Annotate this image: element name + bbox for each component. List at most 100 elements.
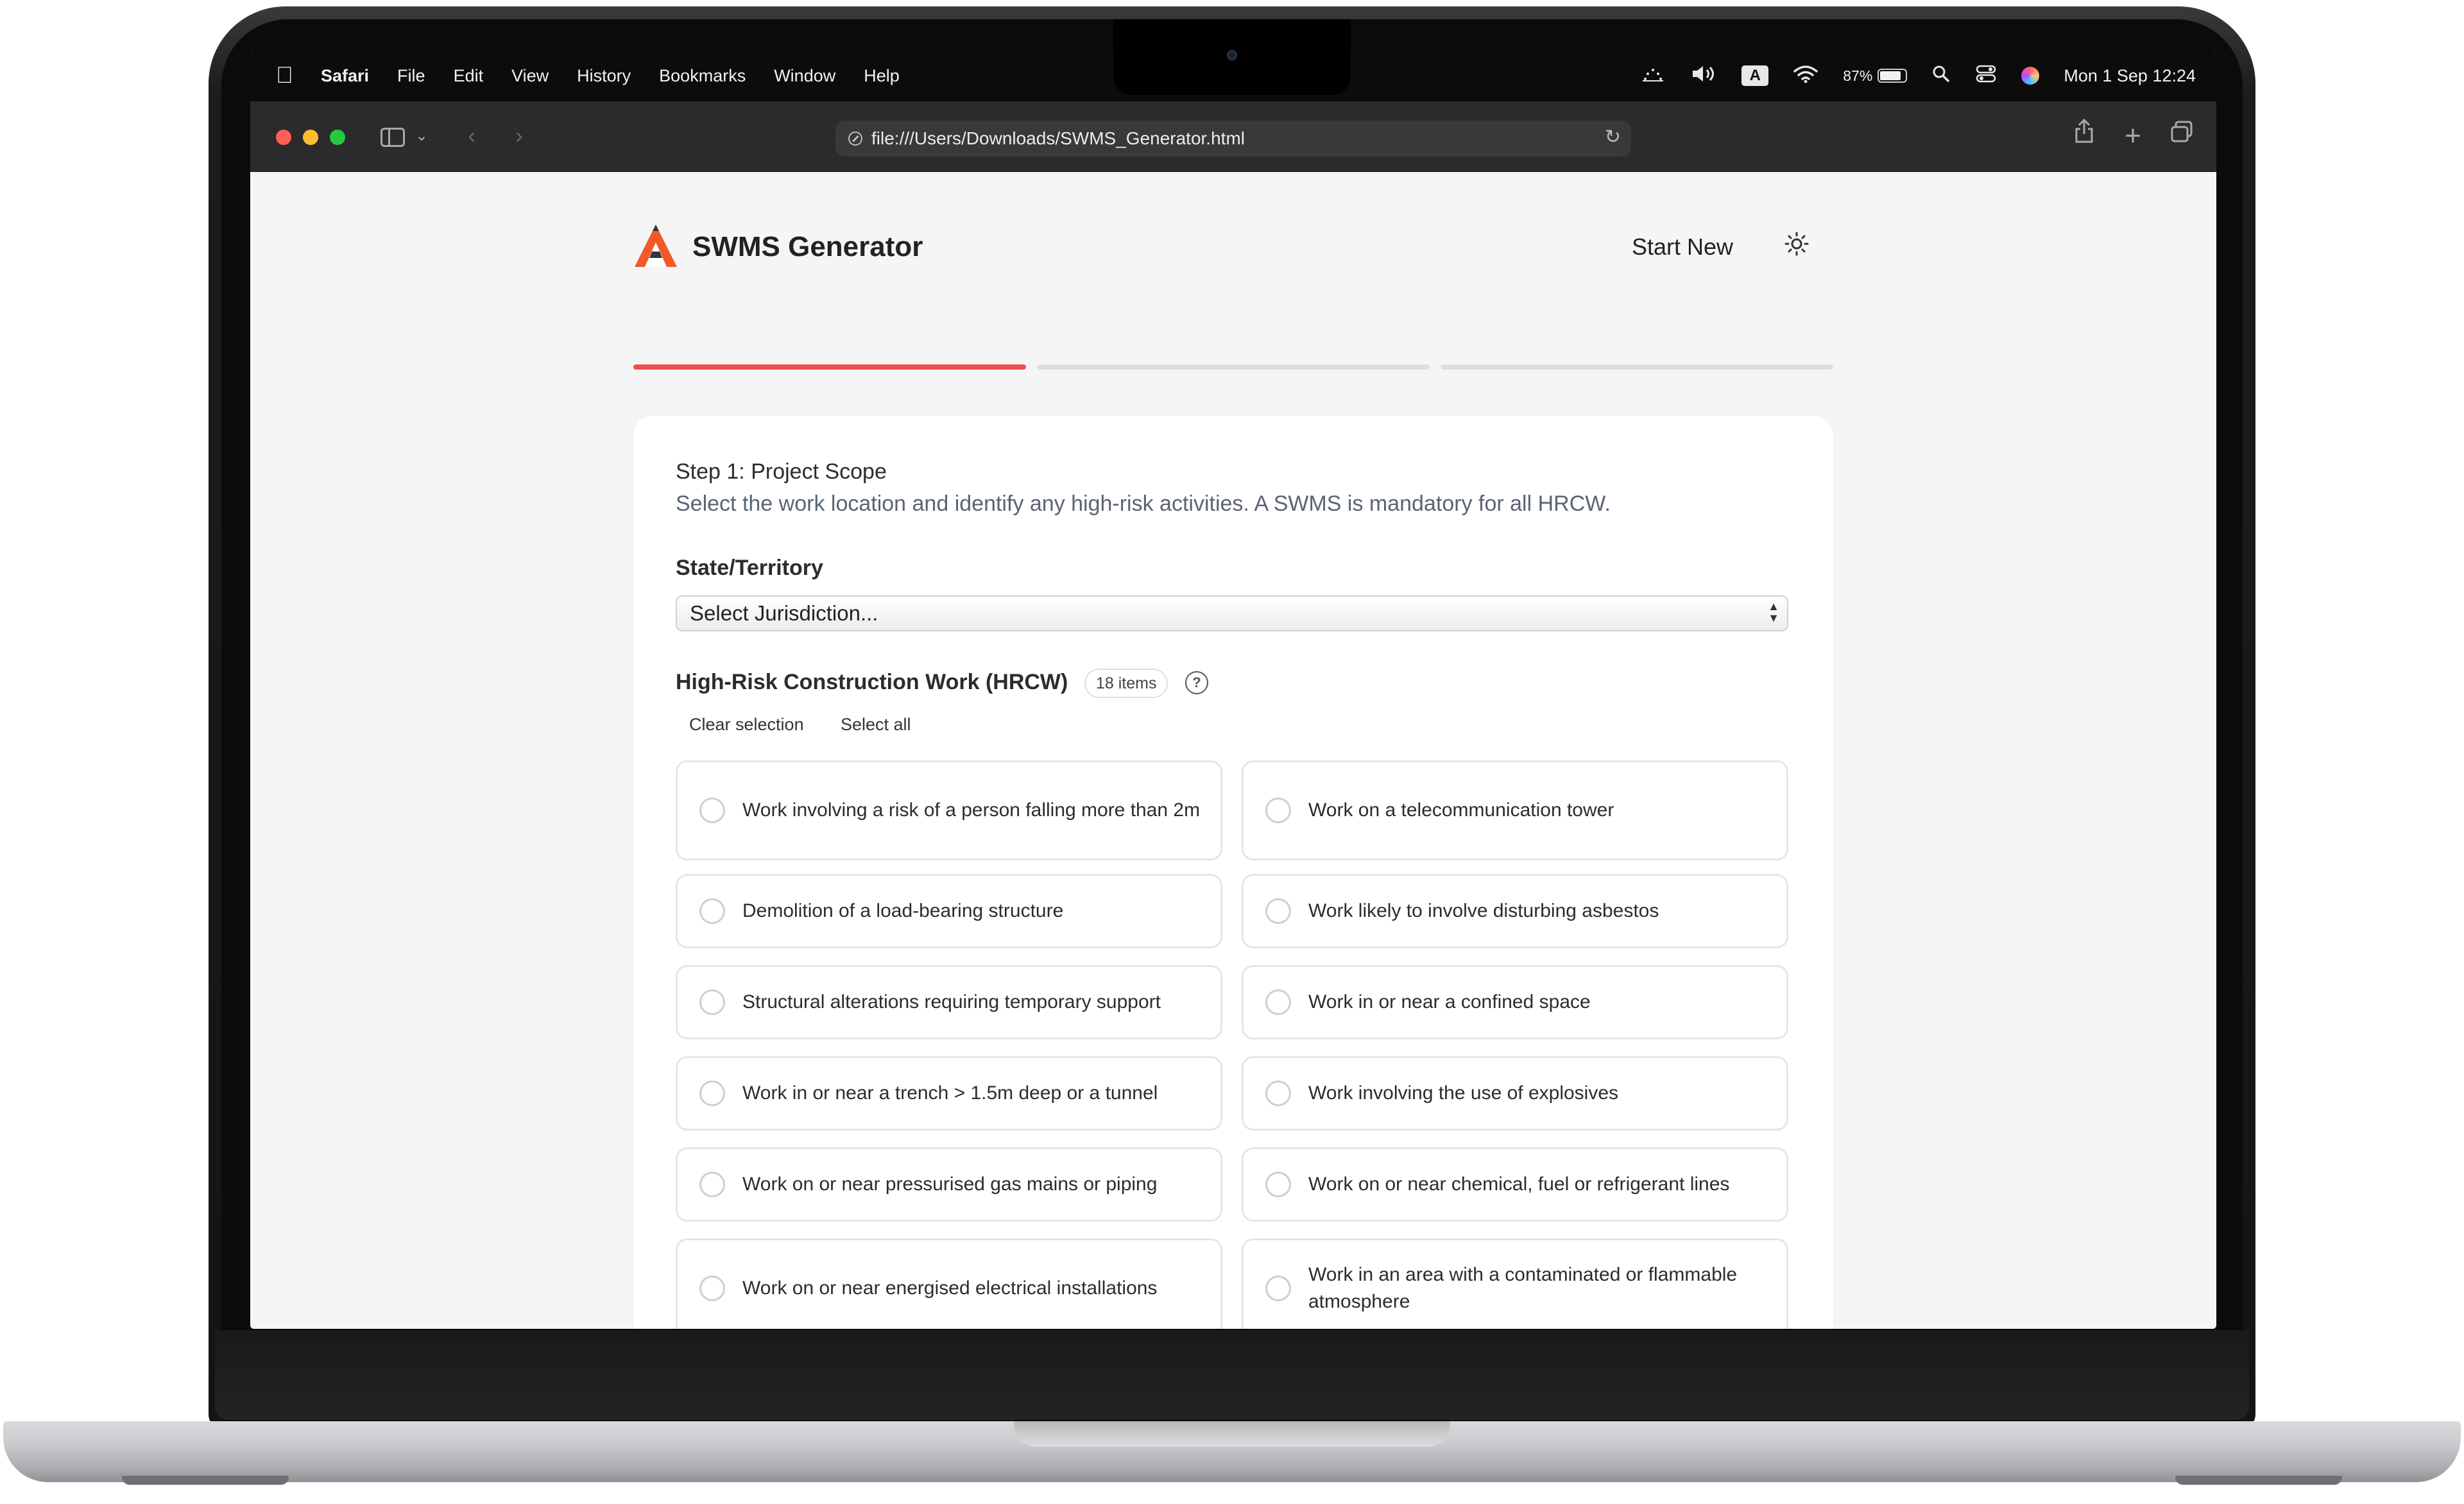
tab-overview-icon[interactable] [2169, 118, 2194, 154]
battery-percent: 87% [1843, 67, 1873, 84]
menu-history[interactable]: History [577, 66, 631, 86]
menu-edit[interactable]: Edit [454, 66, 484, 86]
help-icon[interactable]: ? [1185, 671, 1208, 694]
radio-button[interactable] [699, 1172, 725, 1197]
progress-step-3 [1441, 364, 1833, 370]
hrcw-option[interactable]: Demolition of a load-bearing structure [676, 874, 1222, 948]
hrcw-section-title: High-Risk Construction Work (HRCW) [676, 670, 1068, 694]
jurisdiction-selected-value: Select Jurisdiction... [690, 601, 878, 625]
app-title: SWMS Generator [692, 231, 923, 262]
step-progress-bar [633, 364, 1833, 371]
hrcw-option-label: Demolition of a load-bearing structure [742, 900, 1064, 921]
laptop-opening-groove [1014, 1421, 1450, 1447]
menu-window[interactable]: Window [774, 66, 835, 86]
menu-bookmarks[interactable]: Bookmarks [659, 66, 746, 86]
close-window-button[interactable] [276, 130, 291, 145]
laptop-foot-right [2175, 1476, 2342, 1485]
zoom-window-button[interactable] [330, 130, 345, 145]
forward-arrow-icon[interactable]: › [509, 118, 529, 154]
hrcw-option[interactable]: Work in or near a trench > 1.5m deep or … [676, 1056, 1222, 1131]
wifi-icon[interactable] [1793, 64, 1818, 88]
clear-selection-button[interactable]: Clear selection [689, 715, 804, 735]
state-territory-label: State/Territory [676, 556, 823, 580]
theme-toggle-sun-icon[interactable] [1782, 231, 1811, 261]
hrcw-option[interactable]: Work in an area with a contaminated or f… [1242, 1238, 1788, 1329]
hrcw-option-label: Work on or near chemical, fuel or refrig… [1308, 1174, 1730, 1195]
share-icon[interactable] [2071, 118, 2097, 154]
hrcw-option[interactable]: Work involving the use of explosives [1242, 1056, 1788, 1131]
radio-button[interactable] [699, 898, 725, 924]
new-tab-icon[interactable]: + [2120, 118, 2146, 154]
safari-toolbar: ⌄ ‹ › file:///Users/Downloads/SWMS_Gener… [250, 101, 2216, 172]
start-new-button[interactable]: Start New [1632, 234, 1733, 261]
camera-icon [1227, 50, 1237, 60]
input-source-icon[interactable]: A [1741, 65, 1769, 86]
web-page: SWMS Generator Start New Step 1: Project… [250, 172, 2216, 1329]
select-arrows-icon: ▲ ▼ [1768, 600, 1779, 624]
step-title: Step 1: Project Scope [676, 459, 887, 484]
hrcw-option[interactable]: Work on or near chemical, fuel or refrig… [1242, 1147, 1788, 1222]
chevron-down-icon[interactable]: ⌄ [412, 118, 431, 154]
menu-view[interactable]: View [511, 66, 549, 86]
menu-clock[interactable]: Mon 1 Sep 12:24 [2064, 66, 2196, 86]
hrcw-option-label: Work on or near energised electrical ins… [742, 1278, 1158, 1299]
progress-step-2 [1037, 364, 1430, 370]
radio-button[interactable] [699, 798, 725, 823]
step-description: Select the work location and identify an… [676, 491, 1611, 516]
minimize-window-button[interactable] [303, 130, 318, 145]
laptop-foot-left [122, 1476, 289, 1485]
radio-button[interactable] [699, 989, 725, 1015]
radio-button[interactable] [1265, 1172, 1291, 1197]
menu-file[interactable]: File [397, 66, 425, 86]
project-scope-card: Step 1: Project Scope Select the work lo… [633, 416, 1833, 1329]
hrcw-option-label: Work in or near a trench > 1.5m deep or … [742, 1082, 1158, 1104]
hrcw-option-label: Work in or near a confined space [1308, 991, 1591, 1013]
menu-items: Safari File Edit View History Bookmarks … [321, 50, 928, 101]
sidebar-toggle-icon[interactable] [379, 118, 407, 154]
page-info-icon[interactable] [848, 132, 862, 146]
hrcw-option-label: Work involving a risk of a person fallin… [742, 799, 1201, 821]
select-all-button[interactable]: Select all [841, 715, 911, 735]
hrcw-option-label: Work in an area with a contaminated or f… [1308, 1264, 1738, 1312]
hrcw-option[interactable]: Structural alterations requiring tempora… [676, 965, 1222, 1039]
hrcw-option-label: Work involving the use of explosives [1308, 1082, 1619, 1104]
radio-button[interactable] [699, 1081, 725, 1106]
url-text: file:///Users/Downloads/SWMS_Generator.h… [871, 128, 1245, 148]
control-center-icon[interactable] [1975, 64, 1997, 88]
reload-icon[interactable]: ↻ [1605, 126, 1621, 148]
volume-icon[interactable] [1690, 64, 1717, 88]
display-dimming-icon[interactable] [1640, 65, 1666, 87]
hrcw-option-label: Structural alterations requiring tempora… [742, 991, 1161, 1013]
radio-button[interactable] [699, 1276, 725, 1301]
radio-button[interactable] [1265, 898, 1291, 924]
menu-help[interactable]: Help [864, 66, 900, 86]
hrcw-option[interactable]: Work on or near energised electrical ins… [676, 1238, 1222, 1329]
spotlight-search-icon[interactable] [1931, 64, 1951, 88]
screen:  Safari File Edit View History Bookmark… [250, 50, 2216, 1329]
address-bar[interactable]: file:///Users/Downloads/SWMS_Generator.h… [835, 121, 1631, 157]
radio-button[interactable] [1265, 1081, 1291, 1106]
siri-icon[interactable] [2021, 67, 2040, 85]
laptop-chin [215, 1330, 2249, 1420]
hrcw-option[interactable]: Work likely to involve disturbing asbest… [1242, 874, 1788, 948]
radio-button[interactable] [1265, 989, 1291, 1015]
hrcw-option-label: Work on a telecommunication tower [1308, 799, 1614, 821]
menu-app-safari[interactable]: Safari [321, 66, 369, 86]
back-arrow-icon[interactable]: ‹ [462, 118, 481, 154]
hrcw-option-label: Work likely to involve disturbing asbest… [1308, 900, 1659, 921]
radio-button[interactable] [1265, 1276, 1291, 1301]
status-area: A 87% Mon 1 Sep 12:24 [1616, 50, 2196, 101]
hrcw-option[interactable]: Work involving a risk of a person fallin… [676, 760, 1222, 860]
hrcw-count-badge: 18 items [1084, 669, 1168, 698]
battery-icon [1878, 69, 1908, 83]
hrcw-option-label: Work on or near pressurised gas mains or… [742, 1174, 1158, 1195]
app-header: SWMS Generator Start New [633, 223, 1833, 281]
apple-menu-icon[interactable]:  [276, 62, 293, 89]
jurisdiction-select[interactable]: Select Jurisdiction... ▲ ▼ [676, 595, 1788, 631]
progress-step-1 [633, 364, 1026, 370]
hrcw-option[interactable]: Work on a telecommunication tower [1242, 760, 1788, 860]
hrcw-option[interactable]: Work on or near pressurised gas mains or… [676, 1147, 1222, 1222]
radio-button[interactable] [1265, 798, 1291, 823]
hrcw-option[interactable]: Work in or near a confined space [1242, 965, 1788, 1039]
battery-indicator[interactable]: 87% [1843, 67, 1908, 85]
